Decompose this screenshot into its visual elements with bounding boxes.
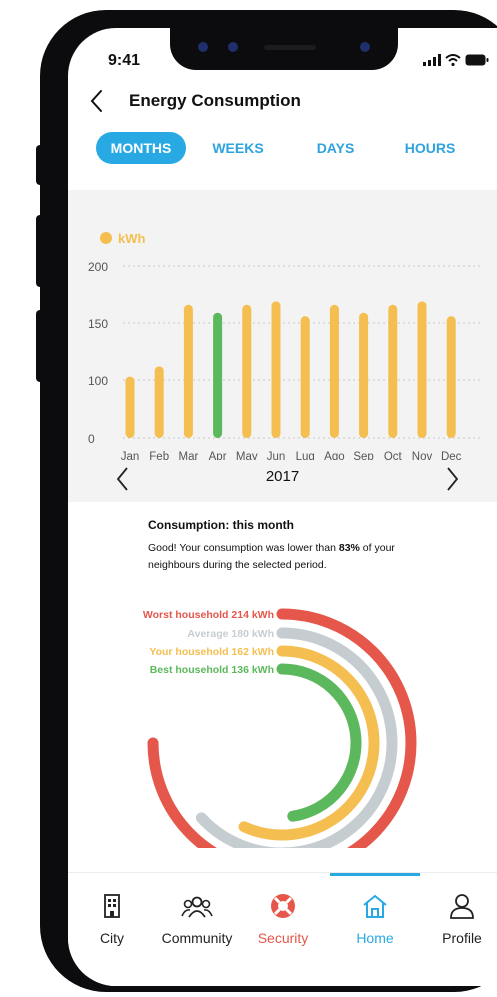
bar-apr[interactable]: [213, 312, 223, 438]
mute-switch: [36, 145, 46, 185]
x-tick-label: Apr: [209, 451, 227, 460]
ring-label-3: Best household 136 kWh: [150, 664, 274, 676]
x-tick-label: May: [236, 451, 258, 460]
volume-down-button: [36, 310, 46, 382]
app-screen: 9:41 Energy Consumption MONTHS WEEKS DAY…: [68, 28, 497, 986]
y-tick-label: 200: [88, 260, 108, 274]
bar-lug[interactable]: [300, 316, 310, 438]
nav-label-profile: Profile: [442, 930, 482, 946]
bar-may[interactable]: [242, 304, 252, 438]
next-year-arrow-icon[interactable]: [444, 466, 460, 492]
summary-title: Consumption: this month: [148, 518, 294, 532]
x-tick-label: Jun: [267, 451, 286, 460]
back-arrow-icon[interactable]: [86, 88, 110, 118]
status-icons: [423, 54, 489, 66]
bar-oct[interactable]: [388, 304, 398, 438]
x-tick-label: Lug: [296, 451, 315, 460]
building-icon: [104, 894, 120, 918]
wifi-icon: [445, 54, 461, 66]
nav-item-security[interactable]: Security: [243, 893, 323, 946]
speaker-grill: [264, 45, 316, 50]
x-tick-label: Ago: [324, 451, 344, 460]
summary-percent: 83%: [338, 542, 360, 554]
consumption-chart: kWh 0 100 150 200 Jan Feb Mar Apr May Jun Lug Ago Se…: [68, 190, 497, 502]
bar-feb[interactable]: [154, 366, 164, 438]
nav-item-profile[interactable]: Profile: [422, 893, 497, 946]
tab-days[interactable]: DAYS: [298, 132, 373, 164]
y-tick-label: 0: [88, 432, 95, 446]
period-tabs: MONTHS WEEKS DAYS HOURS: [68, 132, 497, 168]
tab-weeks[interactable]: WEEKS: [198, 132, 278, 164]
x-tick-label: Feb: [149, 451, 169, 460]
bar-mar[interactable]: [183, 304, 193, 438]
ring-label-1: Average 180 kWh: [187, 628, 274, 640]
summary-text: Good! Your consumption was lower than 83…: [148, 540, 448, 574]
ring-label-0: Worst household 214 kWh: [143, 609, 274, 621]
app-header: Energy Consumption: [68, 88, 497, 128]
x-tick-label: Jan: [121, 451, 140, 460]
bar-dec[interactable]: [446, 316, 456, 438]
bar-nov[interactable]: [417, 301, 427, 438]
nav-label-home: Home: [356, 930, 394, 946]
y-tick-label: 150: [88, 317, 108, 331]
tab-hours[interactable]: HOURS: [390, 132, 470, 164]
bar-jun[interactable]: [271, 301, 281, 438]
camera-dot: [360, 42, 370, 52]
status-time: 9:41: [108, 52, 141, 69]
year-selector: 2017: [68, 460, 497, 502]
x-tick-label: Oct: [384, 451, 403, 460]
household-comparison-rings: Worst household 214 kWh Average 180 kWh Yo…: [143, 608, 417, 848]
signal-icon: [423, 54, 441, 66]
sensor-dot: [228, 42, 238, 52]
lifebuoy-icon: [271, 894, 295, 918]
volume-up-button: [36, 215, 46, 287]
nav-item-home[interactable]: Home: [335, 893, 415, 946]
sensor-dot: [198, 42, 208, 52]
nav-label-city: City: [99, 930, 125, 946]
user-icon: [450, 894, 474, 919]
home-icon: [363, 894, 387, 918]
group-icon: [181, 896, 213, 918]
nav-label-security: Security: [257, 930, 309, 946]
legend-label: kWh: [118, 231, 146, 246]
summary-text-before: Good! Your consumption was lower than: [148, 542, 339, 554]
nav-item-city[interactable]: City: [72, 893, 152, 946]
x-tick-label: Nov: [412, 451, 433, 460]
year-value: 2017: [265, 468, 300, 485]
ring-label-2: Your household 162 kWh: [149, 646, 274, 658]
x-tick-label: Mar: [178, 451, 198, 460]
bar-ago[interactable]: [329, 304, 339, 438]
notch: [170, 28, 398, 70]
legend-swatch: [100, 232, 112, 244]
nav-label-community: Community: [161, 930, 233, 946]
ring-3: [276, 663, 362, 822]
bottom-navigation: City Community Security Home Profile: [68, 872, 497, 986]
nav-item-community[interactable]: Community: [157, 893, 237, 946]
bar-chart: kWh 0 100 150 200 Jan Feb Mar Apr May Jun Lug Ago Se…: [88, 231, 483, 463]
tab-months[interactable]: MONTHS: [96, 132, 186, 164]
bar-sep[interactable]: [359, 312, 369, 438]
nav-active-indicator: [330, 873, 420, 876]
y-tick-label: 100: [88, 374, 108, 388]
battery-icon: [465, 54, 489, 66]
bar-jan[interactable]: [125, 376, 135, 438]
page-title: Energy Consumption: [129, 91, 301, 110]
x-tick-label: Sep: [353, 451, 373, 460]
x-tick-label: Dec: [441, 451, 462, 460]
